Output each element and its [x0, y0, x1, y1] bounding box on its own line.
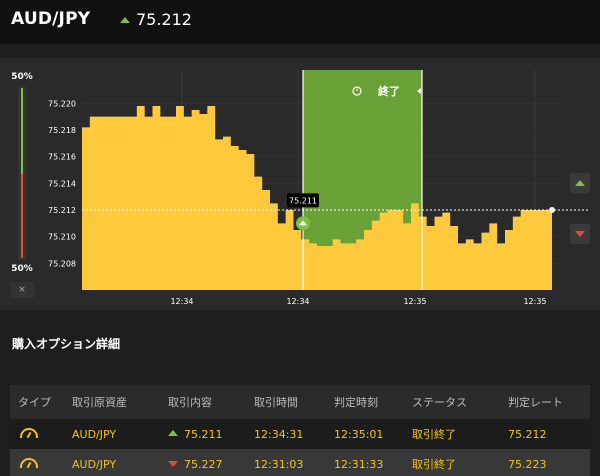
- header-time: 取引時間: [254, 396, 298, 409]
- gauge-icon: [20, 427, 38, 438]
- x-tick-label: 12:34: [170, 297, 193, 306]
- row-status: 取引終了: [412, 428, 456, 441]
- section-title: 購入オプション詳細: [12, 337, 121, 351]
- table-row[interactable]: AUD/JPY 75.211 12:34:31 12:35:01 取引終了 75…: [10, 419, 590, 449]
- header-type: タイプ: [18, 396, 51, 409]
- trading-screen: AUD/JPY 75.212 75.211 終了 75.208 75.210 75.21…: [0, 0, 600, 476]
- header-bar: AUD/JPY 75.212: [0, 0, 600, 44]
- row-asset: AUD/JPY: [72, 427, 117, 441]
- chart-panel: 75.211 終了 75.208 75.210 75.212 75.214 75.216 75…: [0, 58, 600, 310]
- c1: [10, 427, 72, 441]
- y-tick-label: 75.210: [48, 233, 76, 242]
- row-judge-rate: 75.212: [508, 427, 547, 441]
- row-rate: 75.227: [184, 457, 223, 471]
- table-row[interactable]: AUD/JPY 75.227 12:31:03 12:31:33 取引終了 75…: [10, 449, 590, 476]
- current-rate: 75.212: [120, 10, 192, 29]
- window-label: 終了: [378, 84, 400, 98]
- gauge-up-bar: [21, 88, 23, 174]
- currency-pair-title: AUD/JPY: [11, 9, 91, 29]
- y-tick-label: 75.208: [48, 259, 76, 268]
- y-tick-label: 75.218: [48, 126, 76, 135]
- y-tick-label: 75.216: [48, 153, 76, 162]
- current-rate-value: 75.212: [136, 10, 192, 29]
- row-time: 12:31:03: [254, 457, 304, 471]
- table-header: タイプ 取引原資産 取引内容 取引時間 判定時刻 ステータス 判定レート: [10, 385, 590, 419]
- row-time: 12:34:31: [254, 427, 304, 441]
- row-judge-rate: 75.223: [508, 457, 547, 471]
- y-tick-label: 75.214: [48, 179, 76, 188]
- low-button[interactable]: [570, 224, 590, 244]
- row-status: 取引終了: [412, 458, 456, 471]
- header-judge-rate: 判定レート: [508, 396, 563, 409]
- gauge-bottom-percent: 50%: [11, 264, 33, 274]
- gauge-close-button[interactable]: ×: [10, 282, 34, 298]
- row-content: 75.227: [168, 458, 254, 471]
- up-arrow-icon: [575, 180, 585, 186]
- header-content: 取引内容: [168, 396, 212, 409]
- high-button[interactable]: [570, 173, 590, 193]
- entry-label: 75.211: [289, 196, 317, 205]
- gauge-icon: [20, 457, 38, 468]
- header-asset: 取引原資産: [72, 396, 127, 409]
- row-asset: AUD/JPY: [72, 457, 117, 471]
- row-content: 75.211: [168, 428, 254, 441]
- gauge-top-percent: 50%: [11, 72, 33, 82]
- gauge-down-bar: [21, 174, 23, 258]
- header-status: ステータス: [412, 396, 467, 409]
- down-arrow-icon: [575, 231, 585, 237]
- y-tick-label: 75.220: [48, 99, 76, 108]
- current-rate-dot: [549, 207, 555, 213]
- purchase-options-table: タイプ 取引原資産 取引内容 取引時間 判定時刻 ステータス 判定レート AUD…: [10, 385, 590, 476]
- header-judge-time: 判定時刻: [334, 396, 378, 409]
- c1: [10, 457, 72, 471]
- y-tick-label: 75.212: [48, 206, 76, 215]
- down-arrow-icon: [168, 460, 178, 467]
- up-arrow-icon: [120, 17, 130, 23]
- x-tick-label: 12:34: [286, 297, 309, 306]
- price-chart: 75.211 終了 75.208 75.210 75.212 75.214 75.216 75…: [48, 70, 590, 306]
- x-tick-label: 12:35: [403, 297, 426, 306]
- up-arrow-icon: [168, 429, 178, 436]
- row-judge-time: 12:35:01: [334, 427, 384, 441]
- row-rate: 75.211: [184, 427, 223, 441]
- sentiment-gauge: 50% 50% ×: [10, 72, 34, 298]
- row-judge-time: 12:31:33: [334, 457, 384, 471]
- x-tick-label: 12:35: [523, 297, 546, 306]
